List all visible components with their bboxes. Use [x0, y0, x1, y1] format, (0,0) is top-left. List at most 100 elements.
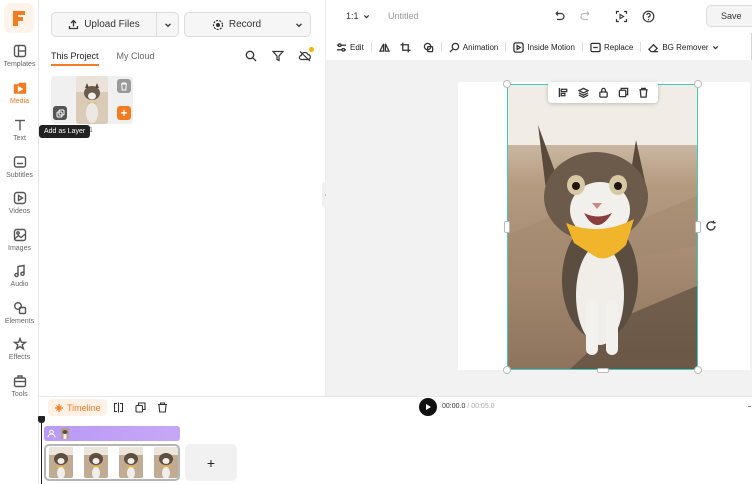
edit-button[interactable]: Edit [336, 37, 364, 57]
left-rail: Templates Media Text Subtitles Videos Im… [0, 0, 39, 484]
record-dropdown-button[interactable] [288, 13, 310, 36]
tab-this-project[interactable]: This Project [51, 51, 99, 66]
rail-item-elements[interactable]: Elements [0, 301, 39, 337]
aspect-ratio-value: 1:1 [346, 11, 359, 21]
undo-button[interactable] [552, 9, 566, 23]
replace-button[interactable]: Replace [590, 37, 633, 57]
video-track-clip[interactable] [44, 444, 180, 481]
redo-icon [580, 11, 590, 21]
inside-motion-button[interactable]: Inside Motion [513, 37, 575, 57]
cloud-sync-button[interactable] [297, 47, 314, 64]
lock-icon[interactable] [598, 87, 609, 98]
flip-button[interactable] [378, 37, 390, 57]
toolbar-divider [581, 42, 583, 52]
bg-remover-button[interactable]: BG Remover [648, 37, 718, 57]
play-icon [426, 404, 431, 410]
add-as-layer-button[interactable] [53, 106, 67, 120]
clip-frame-thumbnail [154, 447, 178, 478]
cat-frame-thumbnail [84, 447, 108, 478]
playback-time: 00:00.0 / 00:05.0 [442, 403, 495, 410]
rail-item-media[interactable]: Media [0, 81, 39, 117]
add-clip-button[interactable]: + [185, 444, 237, 481]
duplicate-icon [134, 401, 146, 413]
duplicate-icon[interactable] [618, 87, 629, 98]
aspect-ratio-selector[interactable]: 1:1 [346, 11, 370, 21]
rail-item-effects[interactable]: Effects [0, 337, 39, 373]
upload-dropdown-button[interactable] [156, 13, 178, 36]
person-icon [47, 429, 56, 438]
rotate-handle[interactable] [704, 219, 718, 233]
duplicate-clip-button[interactable] [134, 401, 146, 413]
overlay-track-clip[interactable] [44, 426, 180, 441]
delete-clip-button[interactable] [156, 401, 168, 413]
app-logo[interactable] [4, 3, 34, 33]
record-icon [212, 19, 223, 30]
edit-toolbar: Edit Animation Inside Motion Replace BG … [336, 37, 752, 57]
preview-icon [615, 10, 627, 22]
rail-item-templates[interactable]: Templates [0, 44, 39, 80]
rail-item-images[interactable]: Images [0, 228, 39, 264]
animation-label: Animation [462, 42, 499, 52]
cat-mini-thumbnail [61, 428, 69, 439]
rail-item-videos[interactable]: Videos [0, 191, 39, 227]
rail-item-tools[interactable]: Tools [0, 374, 39, 410]
resize-handle-bottom-left[interactable] [503, 366, 511, 374]
timeline-tab[interactable]: Timeline [48, 399, 107, 416]
align-icon[interactable] [558, 87, 569, 98]
resize-handle-right[interactable] [695, 221, 701, 233]
crop-button[interactable] [400, 37, 411, 57]
add-to-timeline-button[interactable]: + [117, 106, 131, 120]
top-actions [552, 9, 655, 23]
mask-button[interactable] [423, 37, 434, 57]
mask-icon [423, 42, 434, 52]
media-file-name: 1 [89, 127, 93, 134]
clip-frame-thumbnail [49, 447, 73, 478]
upload-files-main[interactable]: Upload Files [52, 19, 156, 30]
chevron-down-icon [164, 22, 171, 27]
rail-label: Text [13, 135, 26, 142]
layers-icon[interactable] [577, 87, 589, 98]
resize-handle-bottom[interactable] [597, 368, 609, 373]
redo-button[interactable] [579, 9, 593, 23]
record-main[interactable]: Record [185, 19, 288, 31]
search-button[interactable] [243, 48, 259, 64]
flip-icon [378, 43, 390, 52]
filter-button[interactable] [270, 48, 286, 64]
inside-motion-icon [513, 41, 525, 53]
animation-button[interactable]: Animation [449, 37, 499, 57]
tab-my-cloud[interactable]: My Cloud [117, 51, 155, 66]
rail-label: Effects [8, 354, 31, 361]
save-button[interactable]: Save [706, 5, 752, 27]
trash-icon [157, 401, 167, 413]
upload-files-label: Upload Files [84, 19, 140, 30]
clip-frame-thumbnail [119, 447, 143, 478]
images-icon [13, 228, 26, 242]
cat-frame-thumbnail [119, 447, 143, 478]
record-label: Record [228, 19, 262, 30]
upload-files-button[interactable]: Upload Files [51, 12, 179, 37]
resize-handle-top-right[interactable] [694, 80, 702, 88]
rail-item-text[interactable]: Text [0, 118, 39, 154]
resize-handle-top-left[interactable] [503, 80, 511, 88]
rail-label: Media [9, 98, 30, 105]
split-button[interactable] [112, 401, 124, 413]
rail-item-audio[interactable]: Audio [0, 264, 39, 300]
resize-handle-left[interactable] [504, 221, 510, 233]
rail-label: Templates [3, 61, 36, 68]
selected-photo-layer[interactable] [507, 84, 698, 370]
playhead-line[interactable] [41, 418, 42, 484]
delete-media-button[interactable] [117, 79, 131, 93]
media-thumbnail[interactable] [76, 76, 108, 124]
media-tabs: This Project My Cloud [51, 51, 155, 66]
help-button[interactable] [641, 9, 655, 23]
rail-item-subtitles[interactable]: Subtitles [0, 155, 39, 191]
record-button[interactable]: Record [184, 12, 311, 37]
cat-photo [508, 85, 697, 369]
project-title[interactable]: Untitled [388, 11, 419, 21]
preview-button[interactable] [614, 9, 628, 23]
play-button[interactable] [419, 398, 437, 416]
trash-icon[interactable] [638, 87, 649, 98]
resize-handle-bottom-right[interactable] [694, 366, 702, 374]
media-card[interactable]: + [51, 76, 133, 124]
layer-add-icon [56, 109, 64, 117]
